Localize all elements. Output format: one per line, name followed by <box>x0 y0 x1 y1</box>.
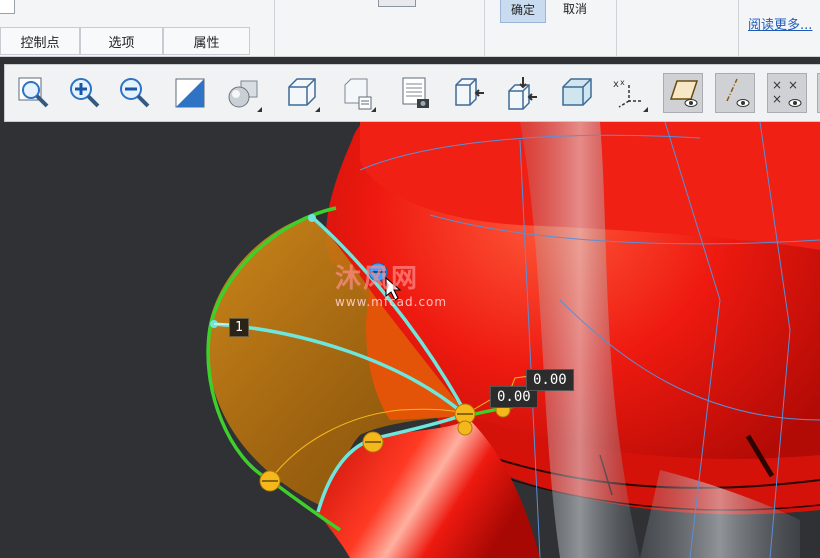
perspective-icon <box>562 78 592 106</box>
graphics-viewport[interactable] <box>0 122 820 558</box>
dashboard-corner <box>0 0 15 14</box>
svg-text:x: x <box>613 79 619 90</box>
tab-properties[interactable]: 属性 <box>163 27 250 55</box>
perspective-button[interactable] <box>557 73 597 113</box>
cancel-button[interactable]: 取消 <box>563 0 587 17</box>
saved-views-icon <box>344 78 372 110</box>
annotation-display-icon: x x <box>613 78 641 108</box>
standard-orientation-button[interactable] <box>281 73 321 113</box>
display-style-icon <box>228 80 258 108</box>
standard-orientation-icon <box>288 78 316 106</box>
axis-display-button[interactable] <box>715 73 755 113</box>
axis-display-icon <box>726 78 750 107</box>
zoom-fit-button[interactable] <box>14 73 54 113</box>
ribbon-separator <box>616 0 617 56</box>
ribbon-separator <box>738 0 739 56</box>
ok-label: 确定 <box>511 3 536 17</box>
repaint-button[interactable] <box>170 73 210 113</box>
svg-text:×: × <box>772 92 782 106</box>
dimension-label[interactable]: 0.00 <box>526 369 574 391</box>
ribbon-separator <box>274 0 275 56</box>
tab-label: 属性 <box>193 35 220 51</box>
tab-label: 选项 <box>108 35 135 51</box>
annotation-display-button[interactable]: x x <box>609 73 649 113</box>
plane-display-button[interactable] <box>663 73 703 113</box>
zoom-out-button[interactable] <box>115 73 155 113</box>
watermark-url: www.mfcad.com <box>335 295 448 309</box>
normal-view-button[interactable] <box>503 73 543 113</box>
repaint-icon <box>175 78 205 108</box>
point-display-button[interactable]: × × × <box>767 73 807 113</box>
endpoint-marker[interactable] <box>308 214 316 222</box>
tab-label: 控制点 <box>20 35 60 51</box>
spin-center-button[interactable] <box>450 73 490 113</box>
watermark: 沐风网 www.mfcad.com <box>335 258 447 309</box>
point-display-icon: × × × <box>772 78 802 107</box>
cancel-label: 取消 <box>563 2 588 16</box>
display-style-button[interactable] <box>223 73 263 113</box>
dimension-label[interactable]: 1 <box>229 318 249 337</box>
zoom-fit-icon <box>18 77 49 108</box>
saved-views-button[interactable] <box>337 73 377 113</box>
collapsed-control[interactable] <box>378 0 416 7</box>
plane-display-icon <box>669 80 699 107</box>
ok-button[interactable]: 确定 <box>500 0 547 23</box>
view-manager-button[interactable] <box>395 73 435 113</box>
read-more-link[interactable]: 阅读更多... <box>748 14 812 33</box>
svg-text:×: × <box>788 78 798 92</box>
svg-text:×: × <box>772 78 782 92</box>
view-manager-icon <box>402 77 429 108</box>
feature-dashboard: 控制点 选项 属性 确定 取消 阅读更多... <box>0 0 820 57</box>
dashboard-tabs: 控制点 选项 属性 <box>0 27 250 55</box>
svg-text:x: x <box>620 78 625 87</box>
tab-control-points[interactable]: 控制点 <box>0 27 80 55</box>
zoom-out-icon <box>120 78 150 108</box>
control-point-handle[interactable] <box>457 420 473 436</box>
watermark-title: 沐风网 <box>335 264 420 294</box>
ribbon-separator <box>484 0 485 56</box>
zoom-in-button[interactable] <box>65 73 105 113</box>
tab-options[interactable]: 选项 <box>80 27 163 55</box>
normal-view-icon <box>508 77 537 110</box>
spin-center-icon <box>455 78 484 106</box>
zoom-in-icon <box>70 78 100 108</box>
graphics-toolbar: x x × × × <box>4 64 820 122</box>
